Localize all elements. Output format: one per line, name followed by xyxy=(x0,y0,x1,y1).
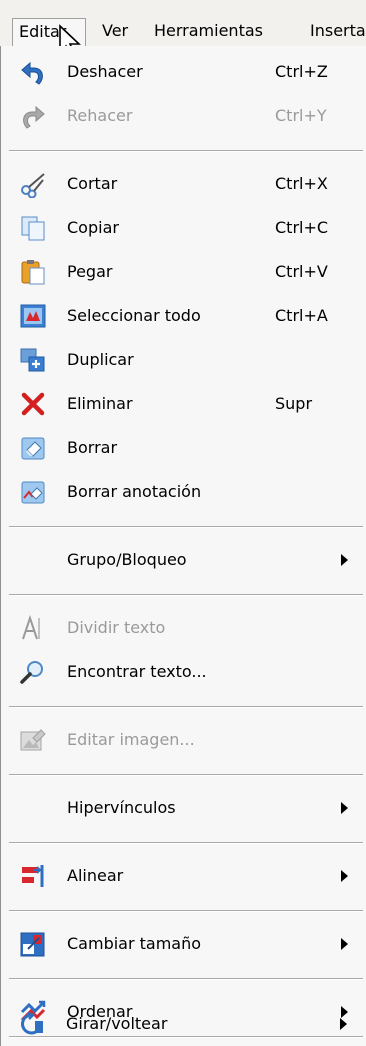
edit-image-label: Editar imagen... xyxy=(67,730,195,749)
menu-item-cut[interactable]: Cortar Ctrl+X xyxy=(1,162,366,206)
menu-separator xyxy=(9,910,363,912)
menu-item-edit-image: Editar imagen... xyxy=(1,718,366,762)
menu-item-redo: Rehacer Ctrl+Y xyxy=(1,94,366,138)
rotate-flip-label: Girar/voltear xyxy=(66,1014,168,1033)
submenu-arrow-icon xyxy=(341,870,348,882)
menu-ver[interactable]: Ver xyxy=(96,18,134,46)
rotate-icon xyxy=(21,1011,43,1035)
copy-label: Copiar xyxy=(67,218,119,237)
align-icon xyxy=(22,865,44,887)
split-text-icon xyxy=(22,614,40,640)
copy-icon xyxy=(21,216,45,241)
menu-item-group-lock[interactable]: Grupo/Bloqueo xyxy=(1,538,366,582)
redo-label: Rehacer xyxy=(67,106,133,125)
menu-item-split-text: Dividir texto xyxy=(1,606,366,650)
menu-item-resize[interactable]: Cambiar tamaño xyxy=(1,922,366,966)
menu-item-align[interactable]: Alinear xyxy=(1,854,366,898)
menu-item-duplicate[interactable]: Duplicar xyxy=(1,338,366,382)
menu-insertar[interactable]: Insertar xyxy=(304,18,366,46)
menu-herramientas-label: Herramientas xyxy=(154,21,263,40)
menu-ver-label: Ver xyxy=(102,21,129,40)
menu-bar: Editar Ver Herramientas Insertar xyxy=(0,0,366,59)
select-all-label: Seleccionar todo xyxy=(67,306,201,325)
group-lock-label: Grupo/Bloqueo xyxy=(67,550,187,569)
scissors-icon xyxy=(21,173,45,198)
magnifier-icon xyxy=(20,661,43,684)
menu-item-erase-annotation[interactable]: Borrar anotación xyxy=(1,470,366,514)
delete-label: Eliminar xyxy=(67,394,133,413)
undo-shortcut: Ctrl+Z xyxy=(275,62,328,81)
duplicate-label: Duplicar xyxy=(67,350,134,369)
erase-label: Borrar xyxy=(67,438,118,457)
menu-item-hyperlinks[interactable]: Hipervínculos xyxy=(1,786,366,830)
menu-separator xyxy=(9,774,363,776)
undo-label: Deshacer xyxy=(67,62,143,81)
resize-label: Cambiar tamaño xyxy=(67,934,202,953)
menu-item-find-text[interactable]: Encontrar texto... xyxy=(1,650,366,694)
edit-image-icon xyxy=(20,729,46,751)
menu-item-paste[interactable]: Pegar Ctrl+V xyxy=(1,250,366,294)
menu-insertar-label: Insertar xyxy=(310,21,366,40)
submenu-arrow-icon xyxy=(341,554,348,566)
menu-separator xyxy=(9,526,363,528)
menu-item-undo[interactable]: Deshacer Ctrl+Z xyxy=(1,50,366,94)
resize-icon xyxy=(20,932,45,957)
cut-shortcut: Ctrl+X xyxy=(275,174,328,193)
menu-separator xyxy=(9,706,363,708)
split-text-label: Dividir texto xyxy=(67,618,166,637)
align-label: Alinear xyxy=(67,866,124,885)
erase-annotation-icon xyxy=(21,481,45,504)
menu-separator xyxy=(9,978,363,980)
paste-icon xyxy=(21,260,45,285)
menu-item-copy[interactable]: Copiar Ctrl+C xyxy=(1,206,366,250)
menu-item-delete[interactable]: Eliminar Supr xyxy=(1,382,366,426)
hyperlinks-label: Hipervínculos xyxy=(67,798,176,817)
copy-shortcut: Ctrl+C xyxy=(275,218,329,237)
erase-annotation-label: Borrar anotación xyxy=(67,482,202,501)
submenu-arrow-icon xyxy=(340,1018,347,1030)
submenu-arrow-icon xyxy=(341,938,348,950)
delete-shortcut: Supr xyxy=(275,394,313,413)
eraser-icon xyxy=(21,437,45,460)
redo-shortcut: Ctrl+Y xyxy=(275,106,327,125)
redo-icon xyxy=(23,105,45,129)
menu-item-select-all[interactable]: Seleccionar todo Ctrl+A xyxy=(1,294,366,338)
find-text-label: Encontrar texto... xyxy=(67,662,207,681)
duplicate-icon xyxy=(20,348,45,372)
paste-label: Pegar xyxy=(67,262,113,281)
paste-shortcut: Ctrl+V xyxy=(275,262,328,281)
menu-item-rotate-flip[interactable]: Girar/voltear xyxy=(0,1002,366,1046)
cut-label: Cortar xyxy=(67,174,118,193)
select-all-icon xyxy=(20,304,46,328)
submenu-arrow-icon xyxy=(341,802,348,814)
edit-dropdown-menu: Deshacer Ctrl+Z Rehacer Ctrl+Y Cortar Ct… xyxy=(0,46,366,1046)
select-all-shortcut: Ctrl+A xyxy=(275,306,328,325)
menu-item-erase[interactable]: Borrar xyxy=(1,426,366,470)
menu-separator xyxy=(9,842,363,844)
menu-separator xyxy=(9,150,363,152)
menu-herramientas[interactable]: Herramientas xyxy=(148,18,269,46)
undo-icon xyxy=(21,61,43,85)
menu-separator xyxy=(9,594,363,596)
delete-x-icon xyxy=(21,392,45,416)
